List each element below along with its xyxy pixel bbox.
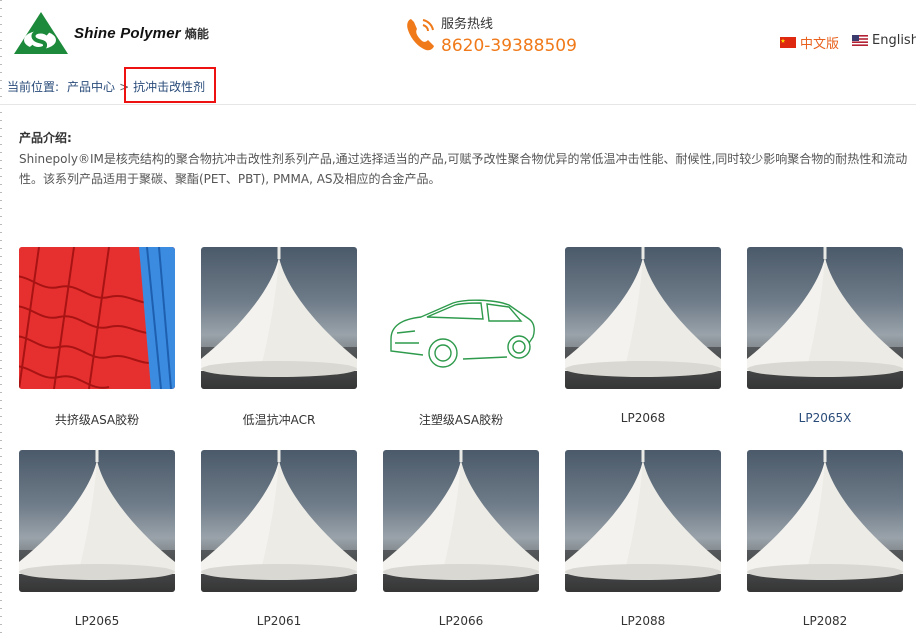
us-flag-icon <box>852 35 868 46</box>
product-card[interactable]: LP2088 <box>565 450 721 628</box>
logo-text: Shine Polymer <box>74 24 181 42</box>
intro-title: 产品介绍: <box>19 131 72 145</box>
product-image[interactable] <box>201 247 357 389</box>
product-name[interactable]: 共挤级ASA胶粉 <box>19 411 175 428</box>
product-name[interactable]: LP2068 <box>565 411 721 425</box>
header-divider <box>0 104 916 105</box>
product-image[interactable] <box>565 450 721 592</box>
product-name[interactable]: LP2082 <box>747 614 903 628</box>
language-english-link[interactable]: English <box>852 33 916 48</box>
product-card[interactable]: LP2082 <box>747 450 903 628</box>
product-card[interactable]: 共挤级ASA胶粉 <box>19 247 175 427</box>
product-name[interactable]: LP2061 <box>201 614 357 628</box>
product-card[interactable]: LP2061 <box>201 450 357 628</box>
language-chinese-label: 中文版 <box>800 37 840 52</box>
phone-icon <box>407 19 434 51</box>
product-name[interactable]: LP2066 <box>383 614 539 628</box>
product-image[interactable] <box>747 450 903 592</box>
product-card[interactable]: LP2065 <box>19 450 175 628</box>
logo-cn-text: 熵能 <box>184 26 209 41</box>
product-image[interactable] <box>19 450 175 592</box>
product-card[interactable]: 低温抗冲ACR <box>201 247 357 427</box>
product-image[interactable] <box>19 247 175 389</box>
product-name[interactable]: 注塑级ASA胶粉 <box>383 411 539 428</box>
highlight-box <box>124 67 216 103</box>
site-header: Shine Polymer 熵能 服务热线 8620-39388509 中文版 <box>0 0 916 66</box>
product-image[interactable] <box>201 450 357 592</box>
breadcrumb-label: 当前位置: <box>7 80 60 94</box>
product-image[interactable] <box>383 450 539 592</box>
logo[interactable]: Shine Polymer 熵能 <box>12 10 209 56</box>
left-dotted-border <box>0 0 2 636</box>
logo-icon <box>14 12 68 54</box>
product-image[interactable] <box>383 247 539 389</box>
product-card[interactable]: LP2068 <box>565 247 721 425</box>
china-flag-icon <box>780 37 796 48</box>
product-name[interactable]: LP2065 <box>19 614 175 628</box>
product-card[interactable]: LP2065X <box>747 247 903 425</box>
product-name[interactable]: LP2088 <box>565 614 721 628</box>
product-card[interactable]: 注塑级ASA胶粉 <box>383 247 539 427</box>
product-image[interactable] <box>747 247 903 389</box>
product-image[interactable] <box>565 247 721 389</box>
hotline-label: 服务热线 <box>441 17 494 32</box>
hotline-number: 8620-39388509 <box>441 36 577 56</box>
product-card[interactable]: LP2066 <box>383 450 539 628</box>
product-name[interactable]: LP2065X <box>747 411 903 425</box>
product-name[interactable]: 低温抗冲ACR <box>201 411 357 428</box>
product-intro: 产品介绍: Shinepoly®IM是核壳结构的聚合物抗冲击改性剂系列产品,通过… <box>19 128 909 189</box>
language-chinese-link[interactable]: 中文版 <box>780 33 839 52</box>
language-english-label: English <box>872 33 916 48</box>
breadcrumb-item-product-center[interactable]: 产品中心 <box>67 78 115 95</box>
hotline: 服务热线 8620-39388509 <box>405 16 577 57</box>
intro-text: Shinepoly®IM是核壳结构的聚合物抗冲击改性剂系列产品,通过选择适当的产… <box>19 152 908 186</box>
